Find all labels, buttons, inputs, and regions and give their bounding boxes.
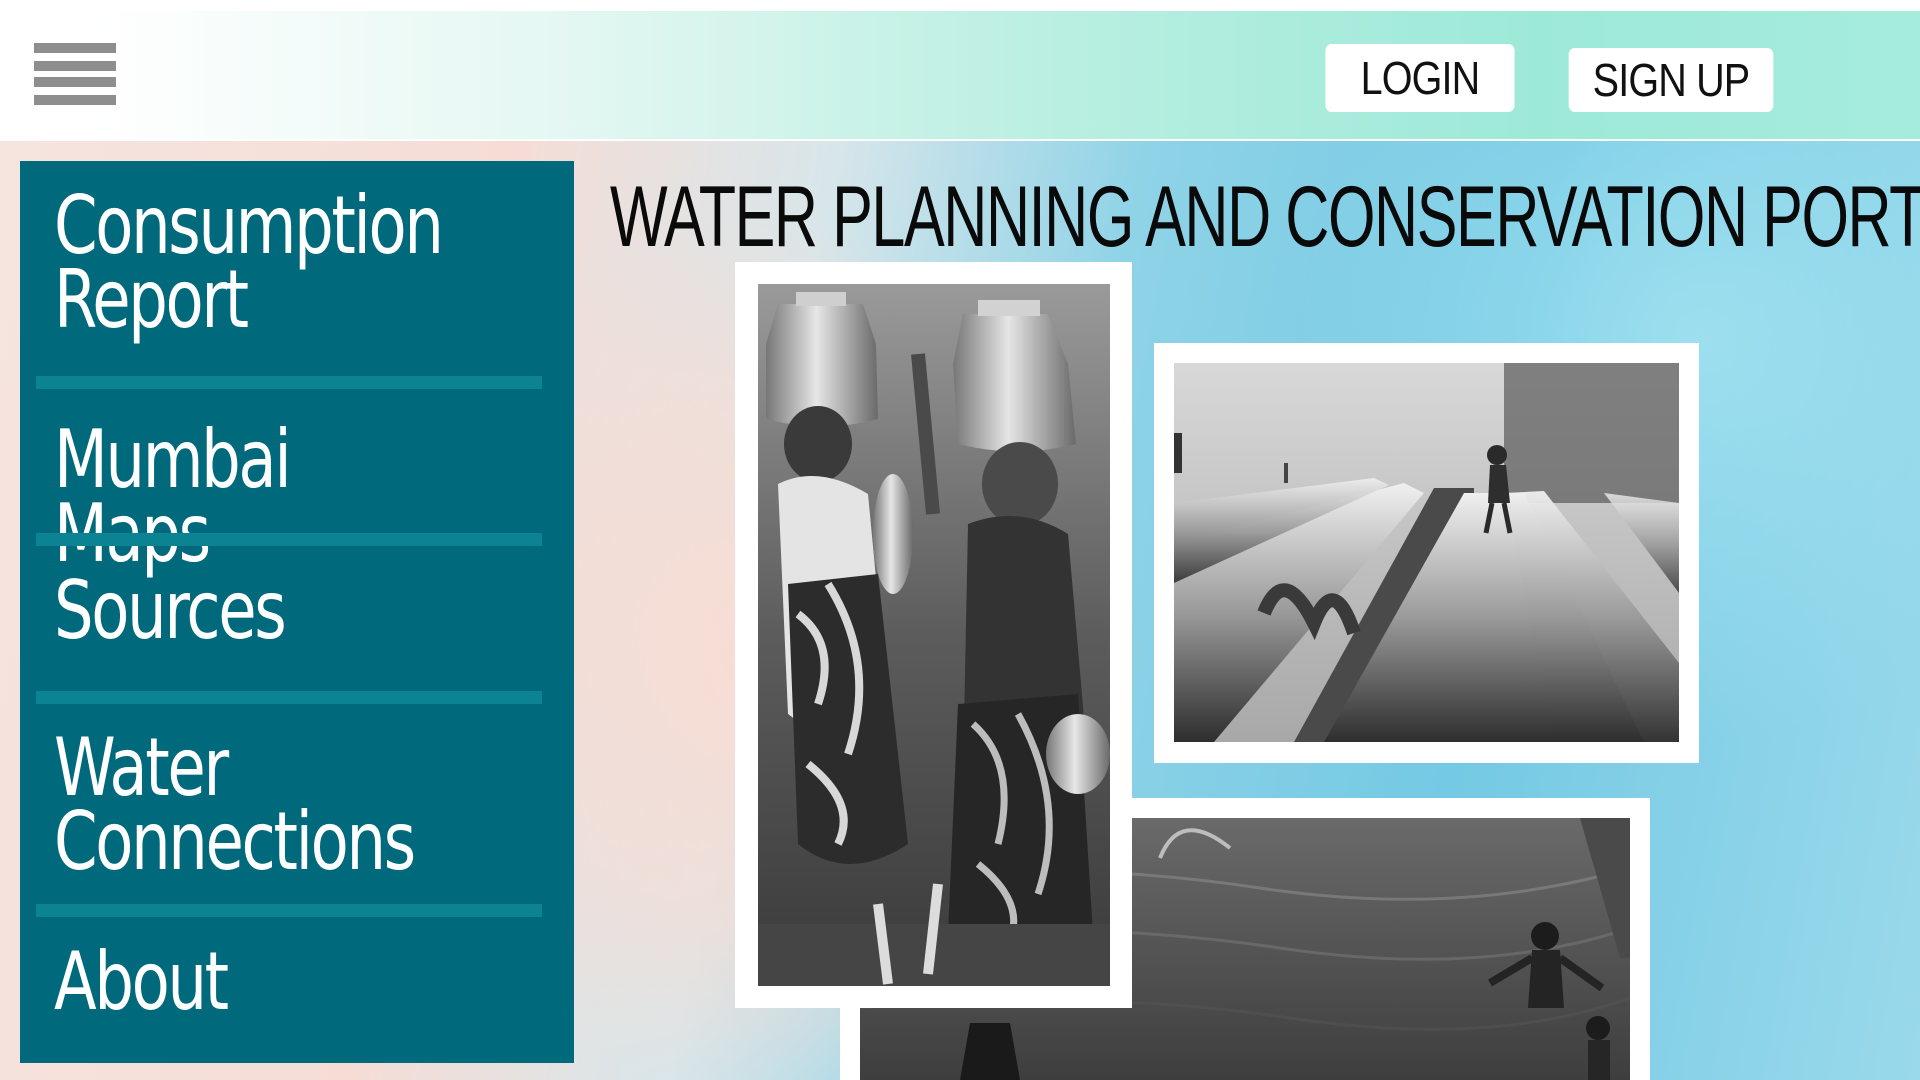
sidebar-item-label: About [54,935,229,1028]
sidebar-menu: Consumption Report Mumbai Maps Sources W… [20,161,574,1063]
sidebar-divider [36,691,542,704]
page: LOGIN SIGN UP Consumption Report Mumbai … [0,0,1920,1080]
header-bar: LOGIN SIGN UP [0,11,1920,139]
sidebar-item-label: Water Connections [54,721,416,888]
sidebar-item-about[interactable]: About [20,935,574,1028]
sidebar-item-consumption-report[interactable]: Consumption Report [20,179,574,346]
sidebar-item-water-connections[interactable]: Water Connections [20,721,574,888]
login-button[interactable]: LOGIN [1325,44,1515,112]
sidebar-divider [36,533,542,546]
sidebar-item-sources[interactable]: Sources [20,564,574,657]
page-title: WATER PLANNING AND CONSERVATION PORTAL [610,169,1920,265]
signup-button[interactable]: SIGN UP [1568,48,1774,112]
women-carrying-water-pots-photo [758,284,1110,986]
sidebar-divider [36,376,542,389]
hamburger-menu-icon[interactable] [34,43,116,107]
sidebar-divider [36,904,542,917]
sidebar-item-mumbai-maps[interactable]: Mumbai Maps [20,413,574,574]
sidebar-item-label: Mumbai Maps [54,413,292,574]
sidebar-item-label: Consumption Report [54,179,444,346]
child-walking-on-pipelines-photo [1174,363,1679,742]
sidebar-item-label: Sources [54,564,287,657]
